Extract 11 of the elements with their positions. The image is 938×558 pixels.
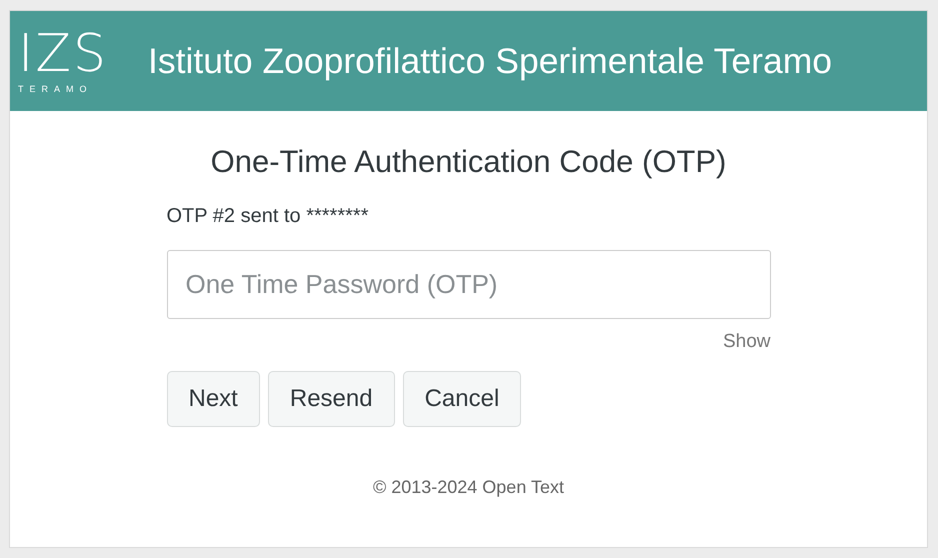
page-heading: One-Time Authentication Code (OTP)	[210, 144, 728, 180]
otp-input-field[interactable]: One Time Password (OTP)	[166, 250, 770, 319]
form-button[interactable]: Next	[166, 371, 260, 427]
site-title: Istituto Zooprofilattico Sperimentale Teramo	[148, 40, 832, 82]
show-link[interactable]: Show	[722, 331, 770, 353]
form-button[interactable]: Cancel	[402, 371, 522, 427]
copyright-text: © 2013-2024 Open Text	[372, 477, 566, 498]
logo-mark: IZS	[18, 28, 108, 80]
form-button[interactable]: Resend	[268, 371, 395, 427]
otp-info: OTP #2 sent to ********	[166, 204, 370, 228]
logo-caption: TERAMO	[18, 84, 93, 94]
